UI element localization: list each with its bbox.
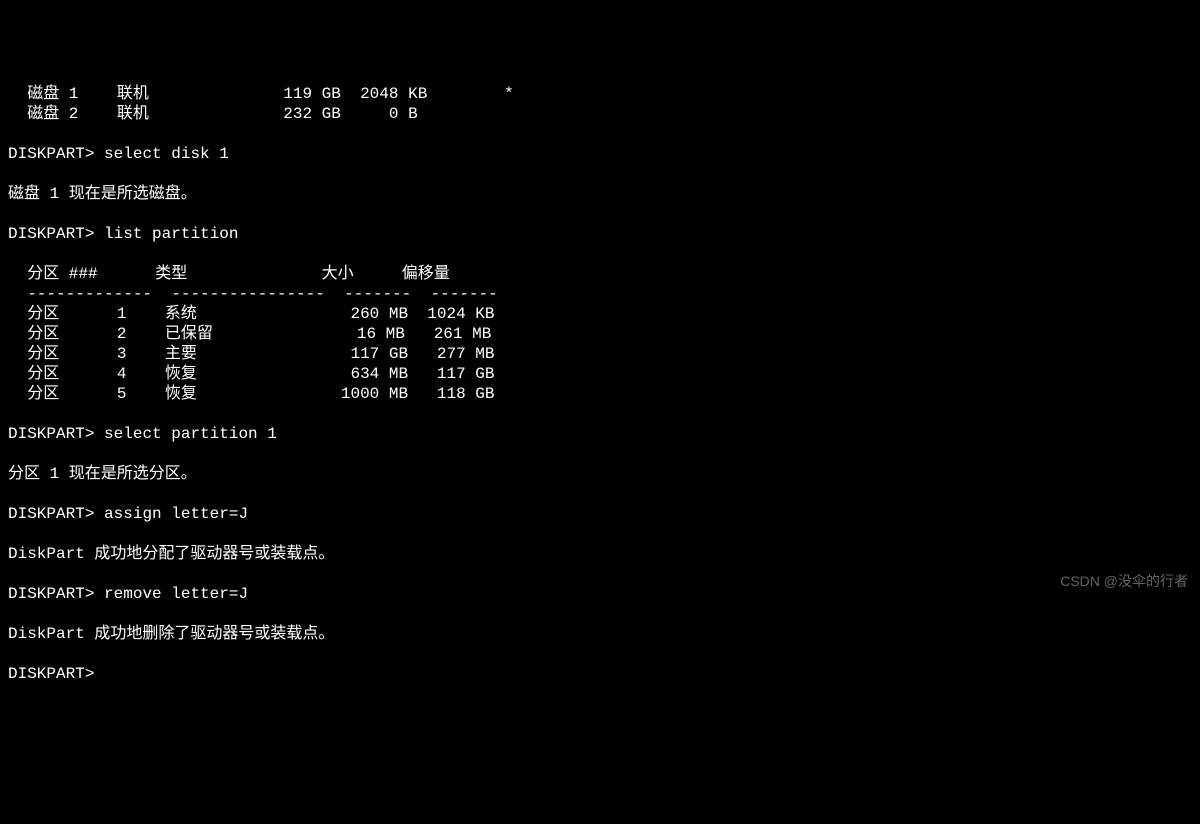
- partition-header-col: 大小: [322, 265, 354, 283]
- partition-size: 634 MB: [341, 365, 408, 383]
- divider: -------------: [27, 285, 152, 303]
- partition-header-col: 类型: [155, 265, 187, 283]
- prompt: DISKPART>: [8, 505, 94, 523]
- message-disk-selected: 磁盘 1 现在是所选磁盘。: [8, 185, 197, 203]
- disk-size: 119 GB: [283, 85, 341, 103]
- partition-type: 主要: [165, 345, 197, 363]
- disk-free: 0 B: [360, 105, 418, 123]
- partition-size: 117 GB: [341, 345, 408, 363]
- disk-row: 磁盘 2: [27, 105, 78, 123]
- divider: -------: [430, 285, 497, 303]
- partition-type: 系统: [165, 305, 197, 323]
- partition-row: 分区 2: [27, 325, 126, 343]
- message-partition-selected: 分区 1 现在是所选分区。: [8, 465, 197, 483]
- message-remove-success: DiskPart 成功地删除了驱动器号或装载点。: [8, 625, 334, 643]
- watermark: CSDN @没伞的行者: [1060, 573, 1188, 591]
- disk-status: 联机: [117, 105, 149, 123]
- prompt: DISKPART>: [8, 665, 94, 683]
- disk-row: 磁盘 1: [27, 85, 78, 103]
- partition-header-col: 分区 ###: [27, 265, 97, 283]
- disk-gpt: *: [504, 85, 514, 103]
- disk-free: 2048 KB: [360, 85, 427, 103]
- prompt: DISKPART>: [8, 225, 94, 243]
- partition-type: 已保留: [165, 325, 213, 343]
- prompt: DISKPART>: [8, 425, 94, 443]
- partition-offset: 118 GB: [427, 385, 494, 403]
- partition-offset: 277 MB: [427, 345, 494, 363]
- command-select-disk: select disk 1: [104, 145, 229, 163]
- command-remove: remove letter=J: [104, 585, 248, 603]
- command-select-partition: select partition 1: [104, 425, 277, 443]
- partition-row: 分区 5: [27, 385, 126, 403]
- divider: ----------------: [171, 285, 325, 303]
- partition-row: 分区 4: [27, 365, 126, 383]
- terminal-output[interactable]: 磁盘 1 联机 119 GB 2048 KB * 磁盘 2 联机 232 GB …: [8, 84, 1192, 684]
- disk-size: 232 GB: [283, 105, 341, 123]
- prompt: DISKPART>: [8, 145, 94, 163]
- partition-offset: 1024 KB: [427, 305, 494, 323]
- prompt: DISKPART>: [8, 585, 94, 603]
- partition-size: 260 MB: [341, 305, 408, 323]
- command-list-partition: list partition: [104, 225, 238, 243]
- partition-offset: 117 GB: [427, 365, 494, 383]
- partition-type: 恢复: [165, 385, 197, 403]
- divider: -------: [344, 285, 411, 303]
- partition-type: 恢复: [165, 365, 197, 383]
- command-assign: assign letter=J: [104, 505, 248, 523]
- disk-status: 联机: [117, 85, 149, 103]
- partition-size: 1000 MB: [341, 385, 408, 403]
- partition-header-col: 偏移量: [402, 265, 450, 283]
- partition-size: 16 MB: [338, 325, 405, 343]
- partition-offset: 261 MB: [424, 325, 491, 343]
- message-assign-success: DiskPart 成功地分配了驱动器号或装载点。: [8, 545, 334, 563]
- partition-row: 分区 1: [27, 305, 126, 323]
- partition-row: 分区 3: [27, 345, 126, 363]
